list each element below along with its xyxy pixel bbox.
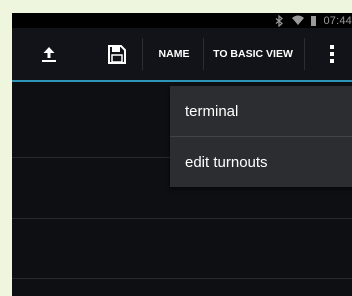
save-icon: [107, 44, 126, 64]
clock: 07:44: [323, 14, 352, 27]
more-vert-icon: [330, 45, 334, 63]
menu-item-label: edit turnouts: [185, 153, 268, 171]
status-icons: 07:44: [273, 13, 352, 28]
list-divider: [12, 278, 352, 279]
menu-item-label: terminal: [185, 102, 239, 120]
app-screen: 07:44 NAME TO BASIC VIEW terminal edit t…: [12, 13, 352, 296]
upload-icon: [42, 47, 56, 62]
upload-button[interactable]: [34, 28, 64, 80]
action-separator: [142, 38, 143, 70]
name-button-label: NAME: [158, 48, 190, 60]
wifi-icon: [292, 15, 305, 25]
to-basic-view-button[interactable]: TO BASIC VIEW: [204, 28, 302, 80]
bluetooth-icon: [276, 14, 284, 27]
to-basic-view-label: TO BASIC VIEW: [213, 48, 293, 60]
action-bar: NAME TO BASIC VIEW: [12, 28, 352, 82]
status-bar: 07:44: [12, 13, 352, 28]
overflow-popup-menu: terminal edit turnouts: [170, 86, 352, 187]
save-button[interactable]: [98, 28, 134, 80]
name-button[interactable]: NAME: [146, 28, 202, 80]
battery-icon: [311, 15, 317, 26]
list-divider: [12, 218, 352, 219]
action-separator: [304, 38, 305, 70]
overflow-menu-button[interactable]: [318, 28, 346, 80]
menu-item-edit-turnouts[interactable]: edit turnouts: [170, 137, 352, 187]
menu-item-terminal[interactable]: terminal: [170, 86, 352, 136]
